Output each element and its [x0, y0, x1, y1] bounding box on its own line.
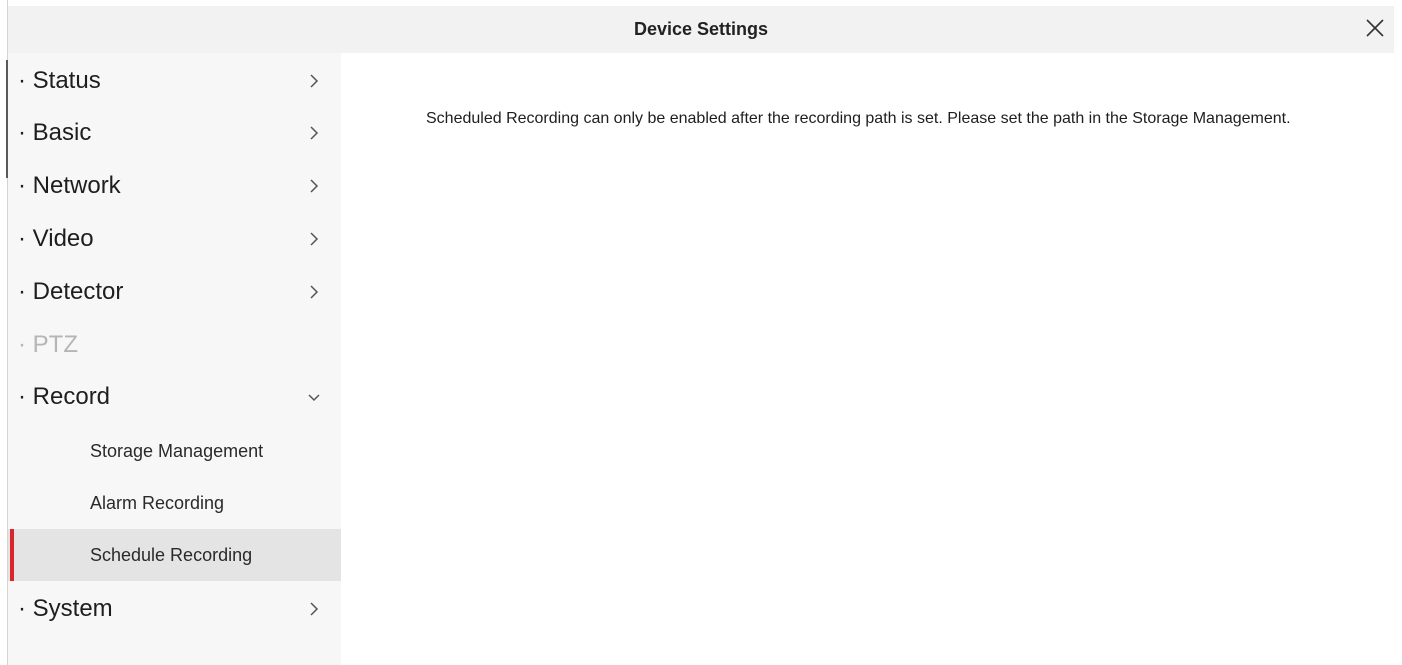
recording-path-notice: Scheduled Recording can only be enabled … — [426, 110, 1291, 127]
settings-sidebar: · Status · Basic · Network · Video · Det — [8, 53, 341, 665]
sidebar-subitem-label: Alarm Recording — [90, 493, 225, 513]
device-settings-window: Device Settings · Status · Basic · Netwo… — [0, 0, 1402, 665]
sidebar-subitem-schedule-recording[interactable]: Schedule Recording — [8, 529, 341, 581]
sidebar-item-basic[interactable]: · Basic — [8, 107, 341, 159]
chevron-right-icon — [310, 126, 319, 140]
sidebar-item-detector[interactable]: · Detector — [8, 266, 341, 318]
close-button[interactable] — [1362, 15, 1388, 41]
sidebar-item-ptz: · PTZ — [8, 319, 341, 371]
sidebar-item-status[interactable]: · Status — [8, 55, 341, 107]
chevron-right-icon — [310, 232, 319, 246]
sidebar-subitem-storage-management[interactable]: Storage Management — [8, 425, 341, 477]
sidebar-item-label: · Video — [18, 225, 94, 252]
active-item-marker — [10, 529, 14, 581]
window-title: Device Settings — [633, 19, 769, 39]
sidebar-item-label: · Network — [18, 172, 121, 199]
sidebar-subitem-label: Storage Management — [90, 441, 264, 461]
sidebar-subitem-label: Schedule Recording — [90, 545, 253, 565]
chevron-right-icon — [310, 179, 319, 193]
chevron-right-icon — [310, 74, 319, 88]
chevron-right-icon — [310, 602, 319, 616]
settings-content-panel: Scheduled Recording can only be enabled … — [341, 53, 1394, 665]
chevron-right-icon — [310, 285, 319, 299]
sidebar-item-label: · PTZ — [18, 331, 78, 358]
sidebar-item-label: · System — [18, 595, 113, 622]
sidebar-item-label: · Status — [18, 67, 101, 94]
sidebar-item-record[interactable]: · Record — [8, 371, 341, 423]
sidebar-item-network[interactable]: · Network — [8, 160, 341, 212]
sidebar-item-video[interactable]: · Video — [8, 213, 341, 265]
title-bar: Device Settings — [8, 6, 1394, 53]
close-icon — [1366, 19, 1384, 37]
sidebar-subitem-alarm-recording[interactable]: Alarm Recording — [8, 477, 341, 529]
sidebar-item-label: · Record — [18, 383, 111, 410]
sidebar-item-label: · Basic — [18, 119, 92, 146]
sidebar-item-label: · Detector — [18, 278, 124, 305]
chevron-down-icon — [308, 394, 320, 402]
sidebar-item-system[interactable]: · System — [8, 583, 341, 635]
